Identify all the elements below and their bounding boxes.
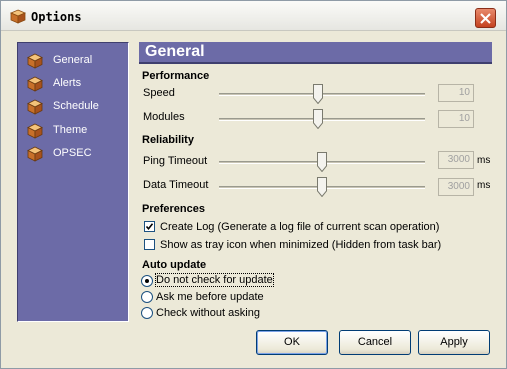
data-timeout-label: Data Timeout bbox=[143, 179, 209, 191]
data-timeout-unit: ms bbox=[477, 180, 491, 191]
radio-ask-before[interactable] bbox=[141, 291, 153, 303]
slider-thumb[interactable] bbox=[313, 84, 323, 104]
radio-ask-before-label[interactable]: Ask me before update bbox=[156, 291, 264, 303]
checkmark-icon bbox=[145, 223, 154, 231]
data-timeout-value-field[interactable]: 3000 bbox=[438, 178, 474, 196]
cube-icon bbox=[27, 99, 43, 115]
radio-check-without-asking[interactable] bbox=[141, 307, 153, 319]
close-button[interactable] bbox=[475, 8, 496, 28]
sidebar-item-theme[interactable]: Theme bbox=[27, 122, 127, 140]
cube-icon bbox=[27, 76, 43, 92]
sidebar-item-label: Alerts bbox=[53, 77, 82, 89]
ping-timeout-slider[interactable] bbox=[219, 152, 425, 172]
modules-slider[interactable] bbox=[219, 109, 425, 129]
radio-do-not-check-label[interactable]: Do not check for update bbox=[155, 273, 274, 287]
speed-label: Speed bbox=[143, 87, 175, 99]
panel-title: General bbox=[145, 43, 205, 60]
section-preferences-heading: Preferences bbox=[142, 203, 205, 215]
tray-icon-checkbox[interactable] bbox=[144, 239, 155, 250]
cube-icon bbox=[27, 146, 43, 162]
sidebar-item-label: OPSEC bbox=[53, 147, 92, 159]
ok-button[interactable]: OK bbox=[256, 330, 328, 355]
sidebar: General Alerts Schedule Theme OPSEC bbox=[17, 42, 129, 322]
title-bar[interactable]: Options bbox=[1, 1, 506, 31]
section-auto-update-heading: Auto update bbox=[142, 259, 207, 271]
radio-dot bbox=[145, 279, 149, 283]
radio-check-without-asking-label[interactable]: Check without asking bbox=[156, 307, 260, 319]
slider-thumb[interactable] bbox=[313, 109, 323, 129]
section-reliability-heading: Reliability bbox=[142, 134, 194, 146]
cube-icon bbox=[27, 123, 43, 139]
data-timeout-slider[interactable] bbox=[219, 177, 425, 197]
ping-timeout-label: Ping Timeout bbox=[143, 155, 208, 167]
sidebar-item-alerts[interactable]: Alerts bbox=[27, 75, 127, 93]
sidebar-item-general[interactable]: General bbox=[27, 52, 127, 70]
modules-label: Modules bbox=[143, 111, 185, 123]
speed-value-field[interactable]: 10 bbox=[438, 84, 474, 102]
sidebar-item-label: General bbox=[53, 54, 93, 66]
speed-slider[interactable] bbox=[219, 84, 425, 104]
window-title: Options bbox=[31, 10, 82, 24]
slider-thumb[interactable] bbox=[317, 152, 327, 172]
panel-header: General bbox=[139, 42, 492, 64]
modules-value-field[interactable]: 10 bbox=[438, 110, 474, 128]
sidebar-item-label: Theme bbox=[53, 124, 88, 136]
section-performance-heading: Performance bbox=[142, 70, 210, 82]
tray-icon-label[interactable]: Show as tray icon when minimized (Hidden… bbox=[160, 239, 441, 251]
sidebar-item-opsec[interactable]: OPSEC bbox=[27, 145, 127, 163]
sidebar-item-schedule[interactable]: Schedule bbox=[27, 98, 127, 116]
slider-thumb[interactable] bbox=[317, 177, 327, 197]
cube-icon bbox=[10, 9, 26, 24]
sidebar-item-label: Schedule bbox=[53, 100, 99, 112]
radio-do-not-check[interactable] bbox=[141, 275, 153, 287]
ping-timeout-unit: ms bbox=[477, 155, 491, 166]
options-window: Options General Alerts Schedule Theme OP… bbox=[0, 0, 507, 369]
ping-timeout-value-field[interactable]: 3000 bbox=[438, 151, 474, 169]
create-log-label[interactable]: Create Log (Generate a log file of curre… bbox=[160, 221, 439, 233]
cancel-button[interactable]: Cancel bbox=[339, 330, 411, 355]
close-icon bbox=[480, 13, 491, 24]
create-log-checkbox[interactable] bbox=[144, 221, 155, 232]
cube-icon bbox=[27, 53, 43, 69]
apply-button[interactable]: Apply bbox=[418, 330, 490, 355]
